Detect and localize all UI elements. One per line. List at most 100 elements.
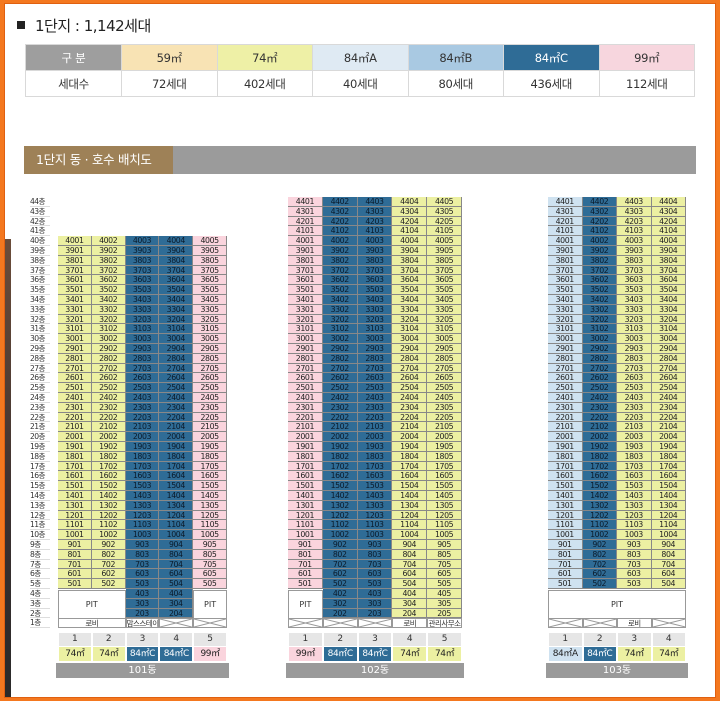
unit-cell[interactable]: 3305 bbox=[193, 304, 227, 315]
unit-cell[interactable]: 2703 bbox=[617, 363, 652, 374]
unit-cell[interactable]: 1201 bbox=[288, 510, 323, 521]
unit-cell[interactable]: 2101 bbox=[288, 422, 323, 433]
unit-cell[interactable]: 2501 bbox=[288, 383, 323, 393]
unit-cell[interactable]: 2304 bbox=[392, 402, 428, 413]
unit-cell[interactable]: 804 bbox=[159, 549, 194, 560]
unit-cell[interactable]: 2402 bbox=[91, 393, 126, 403]
unit-cell[interactable]: 2803 bbox=[617, 353, 652, 364]
unit-cell[interactable]: 1802 bbox=[91, 451, 126, 462]
unit-cell[interactable]: 1701 bbox=[58, 461, 92, 472]
unit-cell[interactable]: 2001 bbox=[58, 432, 92, 442]
unit-cell[interactable]: 501 bbox=[548, 579, 583, 589]
unit-cell[interactable]: 4202 bbox=[582, 216, 617, 227]
unit-cell[interactable]: 1704 bbox=[159, 461, 194, 472]
unit-cell[interactable]: 403 bbox=[357, 589, 393, 599]
unit-cell[interactable]: 2302 bbox=[322, 402, 358, 413]
unit-cell[interactable]: 1303 bbox=[357, 500, 393, 511]
unit-cell[interactable]: 2002 bbox=[322, 432, 358, 442]
unit-cell[interactable]: 2903 bbox=[125, 344, 160, 354]
unit-cell[interactable]: 1604 bbox=[392, 471, 428, 482]
unit-cell[interactable]: 303 bbox=[357, 598, 393, 609]
unit-cell[interactable]: 1401 bbox=[58, 491, 92, 501]
unit-cell[interactable]: 3803 bbox=[617, 255, 652, 266]
unit-cell[interactable]: 802 bbox=[91, 549, 126, 560]
unit-cell[interactable]: 4303 bbox=[357, 206, 393, 217]
unit-cell[interactable]: 1802 bbox=[322, 451, 358, 462]
unit-cell[interactable]: 2905 bbox=[193, 344, 227, 354]
unit-cell[interactable]: 3702 bbox=[91, 265, 126, 276]
unit-cell[interactable]: 3503 bbox=[357, 285, 393, 295]
unit-cell[interactable]: 3403 bbox=[357, 295, 393, 305]
unit-cell[interactable]: 1004 bbox=[651, 530, 686, 540]
unit-cell[interactable]: 2905 bbox=[427, 344, 462, 354]
unit-cell[interactable]: 2303 bbox=[125, 402, 160, 413]
unit-cell[interactable]: 702 bbox=[91, 559, 126, 570]
unit-cell[interactable]: 805 bbox=[193, 549, 227, 560]
unit-cell[interactable]: 3003 bbox=[357, 334, 393, 344]
unit-cell[interactable]: 4002 bbox=[322, 236, 358, 246]
unit-cell[interactable]: 2602 bbox=[582, 373, 617, 384]
unit-cell[interactable]: 4302 bbox=[582, 206, 617, 217]
unit-cell[interactable]: 2205 bbox=[427, 412, 462, 423]
unit-cell[interactable]: 3005 bbox=[427, 334, 462, 344]
unit-cell[interactable]: 1503 bbox=[125, 481, 160, 491]
unit-cell[interactable]: 604 bbox=[651, 569, 686, 580]
unit-cell[interactable]: 3801 bbox=[288, 255, 323, 266]
unit-cell[interactable]: 1603 bbox=[617, 471, 652, 482]
unit-cell[interactable]: 3201 bbox=[548, 314, 583, 325]
unit-cell[interactable]: 901 bbox=[58, 540, 92, 550]
unit-cell[interactable]: 902 bbox=[91, 540, 126, 550]
unit-cell[interactable]: 1704 bbox=[392, 461, 428, 472]
unit-cell[interactable]: 3104 bbox=[159, 324, 194, 335]
unit-cell[interactable]: 1005 bbox=[193, 530, 227, 540]
unit-cell[interactable]: 2202 bbox=[91, 412, 126, 423]
unit-cell[interactable]: 3901 bbox=[58, 246, 92, 256]
unit-cell[interactable]: 805 bbox=[427, 549, 462, 560]
unit-cell[interactable]: 1301 bbox=[288, 500, 323, 511]
unit-cell[interactable]: 3801 bbox=[58, 255, 92, 266]
unit-cell[interactable]: 2704 bbox=[159, 363, 194, 374]
unit-cell[interactable]: 2203 bbox=[125, 412, 160, 423]
unit-cell[interactable]: 202 bbox=[322, 608, 358, 619]
unit-cell[interactable]: 2004 bbox=[392, 432, 428, 442]
unit-cell[interactable]: 1702 bbox=[322, 461, 358, 472]
unit-cell[interactable]: 3205 bbox=[427, 314, 462, 325]
unit-cell[interactable]: 2801 bbox=[288, 353, 323, 364]
unit-cell[interactable]: 1102 bbox=[91, 520, 126, 531]
unit-cell[interactable]: 3704 bbox=[392, 265, 428, 276]
unit-cell[interactable]: 3403 bbox=[617, 295, 652, 305]
unit-cell[interactable]: 2204 bbox=[392, 412, 428, 423]
unit-cell[interactable]: 1804 bbox=[651, 451, 686, 462]
unit-cell[interactable]: 3902 bbox=[91, 246, 126, 256]
unit-cell[interactable]: 3504 bbox=[651, 285, 686, 295]
unit-cell[interactable]: 2701 bbox=[548, 363, 583, 374]
unit-cell[interactable]: 3705 bbox=[193, 265, 227, 276]
unit-cell[interactable]: 4203 bbox=[357, 216, 393, 227]
unit-cell[interactable]: 902 bbox=[322, 540, 358, 550]
unit-cell[interactable]: 2503 bbox=[617, 383, 652, 393]
unit-cell[interactable]: 2701 bbox=[288, 363, 323, 374]
unit-cell[interactable]: 4001 bbox=[548, 236, 583, 246]
unit-cell[interactable]: 3004 bbox=[392, 334, 428, 344]
unit-cell[interactable]: 2901 bbox=[288, 344, 323, 354]
unit-cell[interactable]: 3103 bbox=[125, 324, 160, 335]
unit-cell[interactable]: 3505 bbox=[193, 285, 227, 295]
unit-cell[interactable]: 3104 bbox=[392, 324, 428, 335]
unit-cell[interactable]: 3902 bbox=[582, 246, 617, 256]
unit-cell[interactable]: 3103 bbox=[617, 324, 652, 335]
unit-cell[interactable]: 1405 bbox=[193, 491, 227, 501]
unit-cell[interactable]: 2903 bbox=[357, 344, 393, 354]
unit-cell[interactable]: 205 bbox=[427, 608, 462, 619]
unit-cell[interactable]: 2804 bbox=[651, 353, 686, 364]
unit-cell[interactable]: 2203 bbox=[357, 412, 393, 423]
unit-cell[interactable]: 2101 bbox=[58, 422, 92, 433]
unit-cell[interactable]: 501 bbox=[288, 579, 323, 589]
unit-cell[interactable]: 1002 bbox=[322, 530, 358, 540]
unit-cell[interactable]: 3904 bbox=[651, 246, 686, 256]
unit-cell[interactable]: 3001 bbox=[288, 334, 323, 344]
unit-cell[interactable]: 1701 bbox=[548, 461, 583, 472]
unit-cell[interactable]: 3303 bbox=[125, 304, 160, 315]
unit-cell[interactable]: 3605 bbox=[427, 275, 462, 286]
unit-cell[interactable]: 1404 bbox=[159, 491, 194, 501]
unit-cell[interactable]: 2305 bbox=[427, 402, 462, 413]
